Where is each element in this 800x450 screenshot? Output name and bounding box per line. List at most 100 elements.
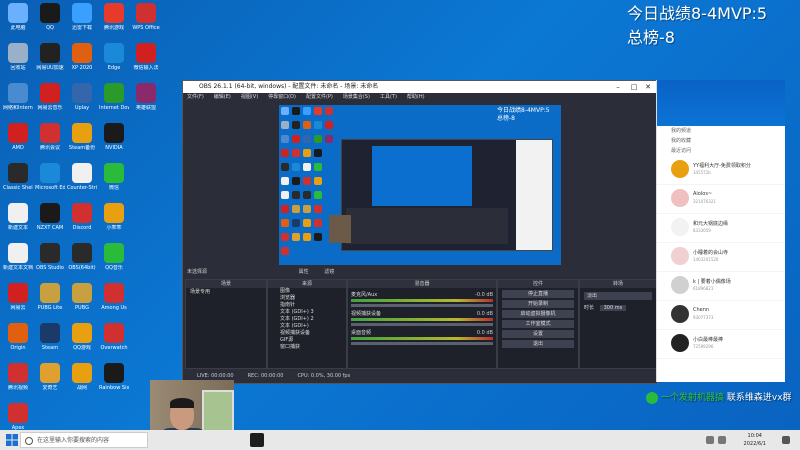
desktop-icon[interactable]: 小乖乖 [99,203,129,243]
desktop-icon[interactable]: 英雄联盟 [131,83,161,123]
source-item[interactable]: 视频捕获设备 [268,330,346,337]
source-item[interactable]: 文本 (GDI+) [268,323,346,330]
obs-window[interactable]: OBS 26.1.1 (64-bit, windows) - 配置文件: 未命名… [182,80,661,384]
desktop-icon[interactable]: PUBG Lite [35,283,65,323]
scene-item[interactable]: 场景专用 [186,288,266,296]
obs-control-button[interactable]: 启动虚拟摄像机 [502,310,574,318]
today-record-text: 今日战绩8-4MVP:5 [627,4,768,23]
obs-control-button[interactable]: 停止直播 [502,290,574,298]
desktop-icon[interactable]: 网易UU加速 [35,43,65,83]
desktop-icon[interactable]: 腾讯游戏 [99,3,129,43]
minimize-icon[interactable]: – [611,81,625,93]
qq-contact[interactable]: 和元大锅底边缘 8333059 [657,214,785,243]
qq-contact[interactable]: k | 要着小偶像场 61896821 [657,272,785,301]
duration-input[interactable]: 300 ms [599,305,627,311]
desktop-icon[interactable]: PUBG [67,283,97,323]
desktop-icon[interactable]: 网易云音乐 [35,83,65,123]
desktop-icon[interactable]: Uplay [67,83,97,123]
desktop-icon[interactable]: QQ [35,3,65,43]
qq-contact[interactable]: Chenn 93077373 [657,301,785,330]
desktop-icon[interactable]: Classic Shell [3,163,33,203]
maximize-icon[interactable]: □ [627,81,641,93]
desktop-icon[interactable]: Overwatch [99,323,129,363]
qq-nav-item[interactable]: 最近访问 [657,146,785,156]
volume-slider[interactable] [351,304,493,307]
volume-slider[interactable] [351,342,493,345]
desktop-icon[interactable]: Rainbow Six [99,363,129,403]
desktop-icon[interactable]: 新建文本 [3,203,33,243]
qq-contact[interactable]: 小白最棒最棒 72599296 [657,330,785,359]
desktop-icon[interactable]: 爱奇艺 [35,363,65,403]
desktop-icon[interactable]: 迅雷下载 [67,3,97,43]
obs-menu-item[interactable]: 帮助(H) [407,94,425,100]
source-item[interactable]: 指南针 [268,302,346,309]
desktop-icon[interactable]: 回收站 [3,43,33,83]
desktop-icon[interactable]: OBS Studio [35,243,65,283]
obs-menu-item[interactable]: 配置文件(P) [306,94,333,100]
desktop-icon[interactable]: 网易云 [3,283,33,323]
source-item[interactable]: 图像 [268,288,346,295]
desktop-icon[interactable]: AMD [3,123,33,163]
obs-preview-canvas[interactable]: 今日战绩8-4MVP:5 总榜-8 [279,105,561,265]
tray-volume-icon[interactable] [718,436,726,444]
desktop-icon[interactable]: 腾讯视频 [3,363,33,403]
source-item[interactable]: 文本 (GDI+) 3 [268,309,346,316]
taskbar-search-input[interactable]: 在这里输入你要搜索的内容 [20,432,148,448]
desktop-icon[interactable]: Steam [35,323,65,363]
desktop-icon[interactable]: 腾讯会议 [35,123,65,163]
close-icon[interactable]: ✕ [641,81,655,93]
source-item[interactable]: 文本 (GDI+) 2 [268,316,346,323]
qq-contact[interactable]: 小睡着的会山寺 1463201520 [657,243,785,272]
desktop-icon[interactable]: 微信输入法 [131,43,161,83]
desktop-icon[interactable]: QQ音乐 [99,243,129,283]
mixer-name: 桌面音频 [351,330,372,336]
desktop-icon[interactable]: Steam备份 [67,123,97,163]
desktop-icon[interactable]: 网络和Internet [3,83,33,123]
source-item[interactable]: GIF源 [268,337,346,344]
obs-menu-item[interactable]: 停靠窗口(D) [268,94,296,100]
desktop-icon[interactable]: Edge [99,43,129,83]
desktop-icon[interactable]: QQ游戏 [67,323,97,363]
desktop-icon[interactable]: WPS Office [131,3,161,43]
windows-start-icon[interactable] [6,434,18,446]
source-item[interactable]: 浏览器 [268,295,346,302]
qq-contact[interactable]: Aiolos~ 321076321 [657,185,785,214]
desktop-icon[interactable]: NZXT CAM [35,203,65,243]
desktop-icon[interactable]: Among Us [99,283,129,323]
tray-network-icon[interactable] [706,436,714,444]
taskbar-obs-icon[interactable] [250,433,264,447]
obs-menu-item[interactable]: 工具(T) [380,94,397,100]
desktop-icon[interactable]: 新建文本文档 [3,243,33,283]
desktop-icon[interactable]: Internet Download [99,83,129,123]
desktop-icon[interactable]: Discord [67,203,97,243]
obs-control-button[interactable]: 开始录制 [502,300,574,308]
desktop-icon[interactable]: OBS(64bit) [67,243,97,283]
qq-nav-item[interactable]: 我的频道 [657,126,785,136]
qq-panel[interactable]: 我的频道 我的收藏 最近访问 YY福利大厅-免费领取积分 345572b Aiolos~… [656,80,785,382]
obs-titlebar[interactable]: OBS 26.1.1 (64-bit, windows) - 配置文件: 未命名… [183,81,657,93]
obs-menu-item[interactable]: 视图(V) [241,94,258,100]
desktop-icon[interactable]: 此电脑 [3,3,33,43]
desktop-icon[interactable]: Origin [3,323,33,363]
desktop-icon[interactable]: Microsoft Edge [35,163,65,203]
source-item[interactable]: 窗口捕获 [268,344,346,351]
filters-button[interactable]: 滤镜 [324,269,334,275]
volume-slider[interactable] [351,323,493,326]
desktop-icon[interactable]: 战网 [67,363,97,403]
properties-button[interactable]: 属性 [299,269,309,275]
obs-menu-item[interactable]: 文件(F) [187,94,204,100]
obs-menu-item[interactable]: 场景集合(S) [343,94,370,100]
qq-contact[interactable]: YY福利大厅-免费领取积分 345572b [657,156,785,185]
desktop-icon[interactable]: XP 2020 [67,43,97,83]
taskbar-clock[interactable]: 10:04 2022/6/1 [744,432,766,448]
transition-select[interactable]: 淡出 [584,292,652,300]
desktop-icon[interactable]: 微信 [99,163,129,203]
obs-menu-item[interactable]: 编辑(E) [214,94,231,100]
desktop-icon[interactable]: NVIDIA [99,123,129,163]
notification-icon[interactable] [782,436,790,444]
obs-control-button[interactable]: 工作室模式 [502,320,574,328]
obs-control-button[interactable]: 退出 [502,340,574,348]
obs-control-button[interactable]: 设置 [502,330,574,338]
qq-nav-item[interactable]: 我的收藏 [657,136,785,146]
desktop-icon[interactable]: Counter-Strike [67,163,97,203]
